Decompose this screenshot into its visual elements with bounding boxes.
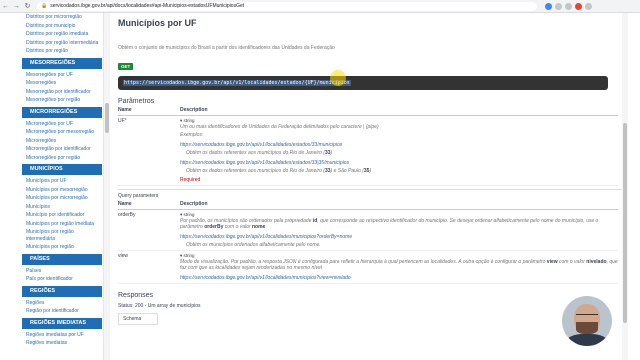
example-note: Obtém os dados referentes aos municípios…	[186, 168, 372, 174]
sidebar-link[interactable]: Regiões imediatas por UF	[0, 331, 103, 340]
sidebar-link[interactable]: Microrregiões por região	[0, 154, 103, 163]
url-text[interactable]: servicodados.ibge.gov.br/api/docs/locali…	[50, 3, 244, 9]
sidebar-link[interactable]: Microrregiões	[0, 137, 103, 146]
sidebar-section-header[interactable]: MICRORREGIÕES	[22, 106, 102, 118]
example-link[interactable]: https://servicodados.ibge.gov.br/api/v1/…	[180, 234, 618, 240]
sidebar-link[interactable]: Municípios por mesorregião	[0, 186, 103, 195]
sidebar-section-header[interactable]: MUNICÍPIOS	[22, 164, 102, 175]
extension-icon[interactable]	[545, 2, 552, 10]
webcam-overlay	[562, 296, 612, 346]
endpoint-url[interactable]: https://servicodados.ibge.gov.br/api/v1/…	[123, 80, 351, 86]
col-desc-header: Description	[180, 199, 618, 210]
param-name: view	[118, 250, 180, 284]
extension-icon[interactable]	[565, 2, 572, 10]
param-name: UF*	[118, 115, 180, 186]
responses-heading: Responses	[118, 292, 154, 299]
params-heading: Parâmetros	[118, 98, 155, 105]
sidebar-link[interactable]: Mesorregiões por região	[0, 96, 103, 105]
query-heading: Query parameters	[118, 189, 624, 199]
sidebar-link[interactable]: Mesorregiões	[0, 79, 103, 88]
sidebar-link[interactable]: Mesorregiões por UF	[0, 71, 103, 80]
sidebar-link[interactable]: Municípios por região	[0, 243, 103, 252]
params-table: Name Description UF* ▾ string Um ou mais…	[118, 105, 618, 186]
address-bar[interactable]: 🔒 servicodados.ibge.gov.br/api/docs/loca…	[37, 1, 537, 11]
forward-icon[interactable]: →	[11, 0, 22, 13]
table-row: orderBy ▾ string Por padrão, os municípi…	[118, 209, 618, 251]
sidebar-link[interactable]: Microrregiões por UF	[0, 120, 103, 129]
schema-tab[interactable]: Schema	[118, 313, 158, 325]
examples-label: Exemplos:	[180, 132, 204, 138]
sidebar-link[interactable]: Municípios por região imediata	[0, 220, 103, 229]
menu-icon[interactable]	[585, 2, 592, 10]
sidebar-top-links: Distritos por microrregião Distritos por…	[0, 13, 103, 56]
example-link[interactable]: https://servicodados.ibge.gov.br/api/v1/…	[180, 142, 618, 148]
table-row: view ▾ string Modo de visualização. Por …	[118, 250, 618, 284]
method-badge: GET	[118, 63, 134, 70]
sidebar-link[interactable]: Região por identificador	[0, 307, 103, 316]
sidebar-section-header[interactable]: PAÍSES	[22, 253, 102, 265]
status-line: Status: 200 - Um array de municípios	[118, 303, 201, 309]
param-name: orderBy	[118, 209, 180, 251]
sidebar-link[interactable]: Município por identificador	[0, 211, 103, 220]
main-content: Municípios por UF Obtém o conjunto de mu…	[110, 13, 624, 360]
col-name-header: Name	[118, 105, 180, 116]
page-title: Municípios por UF	[118, 18, 197, 28]
sidebar-link[interactable]: Distritos por região imediata	[0, 30, 103, 39]
sidebar-section-header[interactable]: REGIÕES IMEDIATAS	[22, 317, 102, 329]
col-name-header: Name	[118, 199, 180, 210]
sidebar-link[interactable]: Microrregião por identificador	[0, 145, 103, 154]
scrollbar-thumb[interactable]	[623, 123, 627, 323]
sidebar-link[interactable]: Países	[0, 267, 103, 276]
extensions	[545, 2, 592, 10]
sidebar-link[interactable]: Municípios por região intermediária	[0, 228, 103, 243]
sidebar-link[interactable]: País por identificador	[0, 275, 103, 284]
cursor-highlight	[330, 70, 346, 86]
table-row: UF* ▾ string Um ou mais identificadores …	[118, 115, 618, 186]
sidebar-link[interactable]: Distritos por região	[0, 47, 103, 56]
sidebar-link[interactable]: Distritos por município	[0, 22, 103, 31]
reload-icon[interactable]: ↻	[22, 0, 33, 13]
scrollbar-thumb[interactable]	[105, 103, 109, 133]
extension-icon[interactable]	[555, 2, 562, 10]
required-label: Required	[180, 177, 201, 183]
page-description: Obtém o conjunto de municípios do Brasil…	[118, 45, 335, 51]
profile-icon[interactable]	[575, 2, 582, 10]
sidebar: Distritos por microrregião Distritos por…	[0, 13, 104, 360]
back-icon[interactable]: ←	[0, 0, 11, 13]
example-note: Obtém os dados referentes aos municípios…	[186, 150, 333, 156]
browser-toolbar: ← → ↻ 🔒 servicodados.ibge.gov.br/api/doc…	[0, 0, 640, 13]
sidebar-link[interactable]: Municípios por UF	[0, 177, 103, 186]
col-desc-header: Description	[180, 105, 618, 116]
sidebar-link[interactable]: Distritos por microrregião	[0, 13, 103, 22]
param-description: Um ou mais identificadores de Unidades d…	[180, 124, 379, 130]
param-description: Por padrão, os municípios são ordenados …	[180, 218, 599, 230]
lock-icon: 🔒	[41, 3, 48, 9]
sidebar-link[interactable]: Distritos por região intermediária	[0, 39, 103, 48]
sidebar-link[interactable]: Microrregiões por mesorregião	[0, 128, 103, 137]
sidebar-link[interactable]: Regiões imediatas	[0, 339, 103, 348]
sidebar-link[interactable]: Municípios por microrregião	[0, 194, 103, 203]
param-description: Modo de visualização. Por padrão, a resp…	[180, 259, 618, 271]
query-table: Name Description orderBy ▾ string Por pa…	[118, 199, 618, 284]
example-link[interactable]: https://servicodados.ibge.gov.br/api/v1/…	[180, 275, 618, 281]
main-scrollbar[interactable]	[622, 13, 628, 360]
sidebar-link[interactable]: Mesorregião por identificador	[0, 88, 103, 97]
sidebar-link[interactable]: Municípios	[0, 203, 103, 212]
sidebar-link[interactable]: Regiões	[0, 299, 103, 308]
sidebar-sections: MESORREGIÕES Mesorregiões por UF Mesorregi…	[0, 57, 103, 348]
sidebar-section-header[interactable]: MESORREGIÕES	[22, 57, 102, 69]
sidebar-section-header[interactable]: REGIÕES	[22, 285, 102, 297]
example-link[interactable]: https://servicodados.ibge.gov.br/api/v1/…	[180, 160, 618, 166]
endpoint-box[interactable]: https://servicodados.ibge.gov.br/api/v1/…	[118, 76, 608, 90]
example-note: Obtém os municípios ordenados alfabetica…	[186, 242, 321, 248]
